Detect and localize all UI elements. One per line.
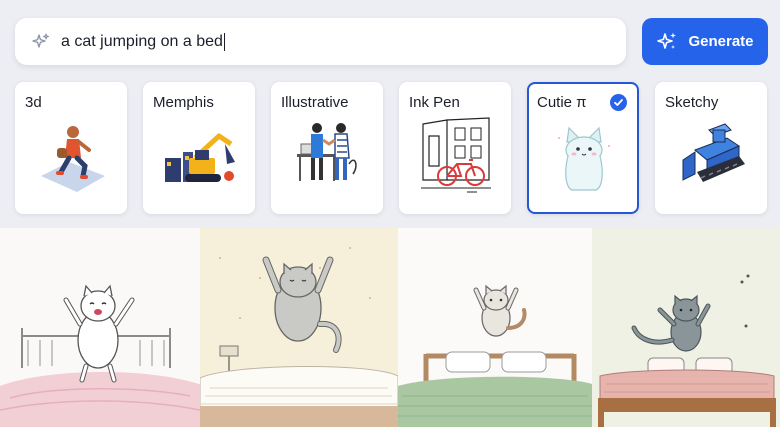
result-gallery bbox=[0, 228, 780, 427]
generate-label: Generate bbox=[688, 33, 754, 50]
result-image-3[interactable] bbox=[398, 228, 592, 427]
generate-button[interactable]: Generate bbox=[642, 18, 768, 65]
cat-on-cream-bed bbox=[200, 228, 398, 427]
runner-thumbnail bbox=[41, 126, 105, 192]
selected-check-icon bbox=[610, 94, 627, 111]
cat-on-wooden-bed bbox=[592, 228, 780, 427]
text-caret bbox=[223, 32, 225, 51]
handshake-thumbnail bbox=[297, 123, 357, 181]
cat-on-green-bed bbox=[398, 228, 592, 427]
prompt-input[interactable]: a cat jumping on a bed bbox=[61, 32, 225, 51]
style-card-memphis[interactable]: Memphis bbox=[143, 82, 255, 214]
style-card-illustrative[interactable]: Illustrative bbox=[271, 82, 383, 214]
prompt-input-box[interactable]: a cat jumping on a bed bbox=[15, 18, 626, 65]
style-picker: 3d Memphis Illustrative Ink Pen Cutie π … bbox=[15, 82, 775, 214]
style-label: Illustrative bbox=[281, 94, 349, 111]
prompt-text: a cat jumping on a bed bbox=[61, 32, 223, 50]
cute-cat-thumbnail bbox=[558, 126, 610, 191]
style-label: Memphis bbox=[153, 94, 214, 111]
style-card-cutie[interactable]: Cutie π bbox=[527, 82, 639, 214]
style-label: Sketchy bbox=[665, 94, 719, 111]
style-label: Ink Pen bbox=[409, 94, 460, 111]
style-label: Cutie π bbox=[537, 94, 587, 111]
sparkle-icon bbox=[31, 32, 51, 52]
sparkles-icon bbox=[656, 31, 678, 53]
style-card-sketchy[interactable]: Sketchy bbox=[655, 82, 767, 214]
result-image-4[interactable] bbox=[592, 228, 780, 427]
style-card-3d[interactable]: 3d bbox=[15, 82, 127, 214]
style-card-ink-pen[interactable]: Ink Pen bbox=[399, 82, 511, 214]
bicycle-street-thumbnail bbox=[421, 117, 491, 193]
result-image-1[interactable] bbox=[0, 228, 200, 427]
result-image-2[interactable] bbox=[200, 228, 398, 427]
cat-on-pink-bed bbox=[0, 228, 200, 427]
bulldozer-thumbnail bbox=[682, 123, 745, 182]
excavator-thumbnail bbox=[165, 133, 235, 182]
style-label: 3d bbox=[25, 94, 42, 111]
